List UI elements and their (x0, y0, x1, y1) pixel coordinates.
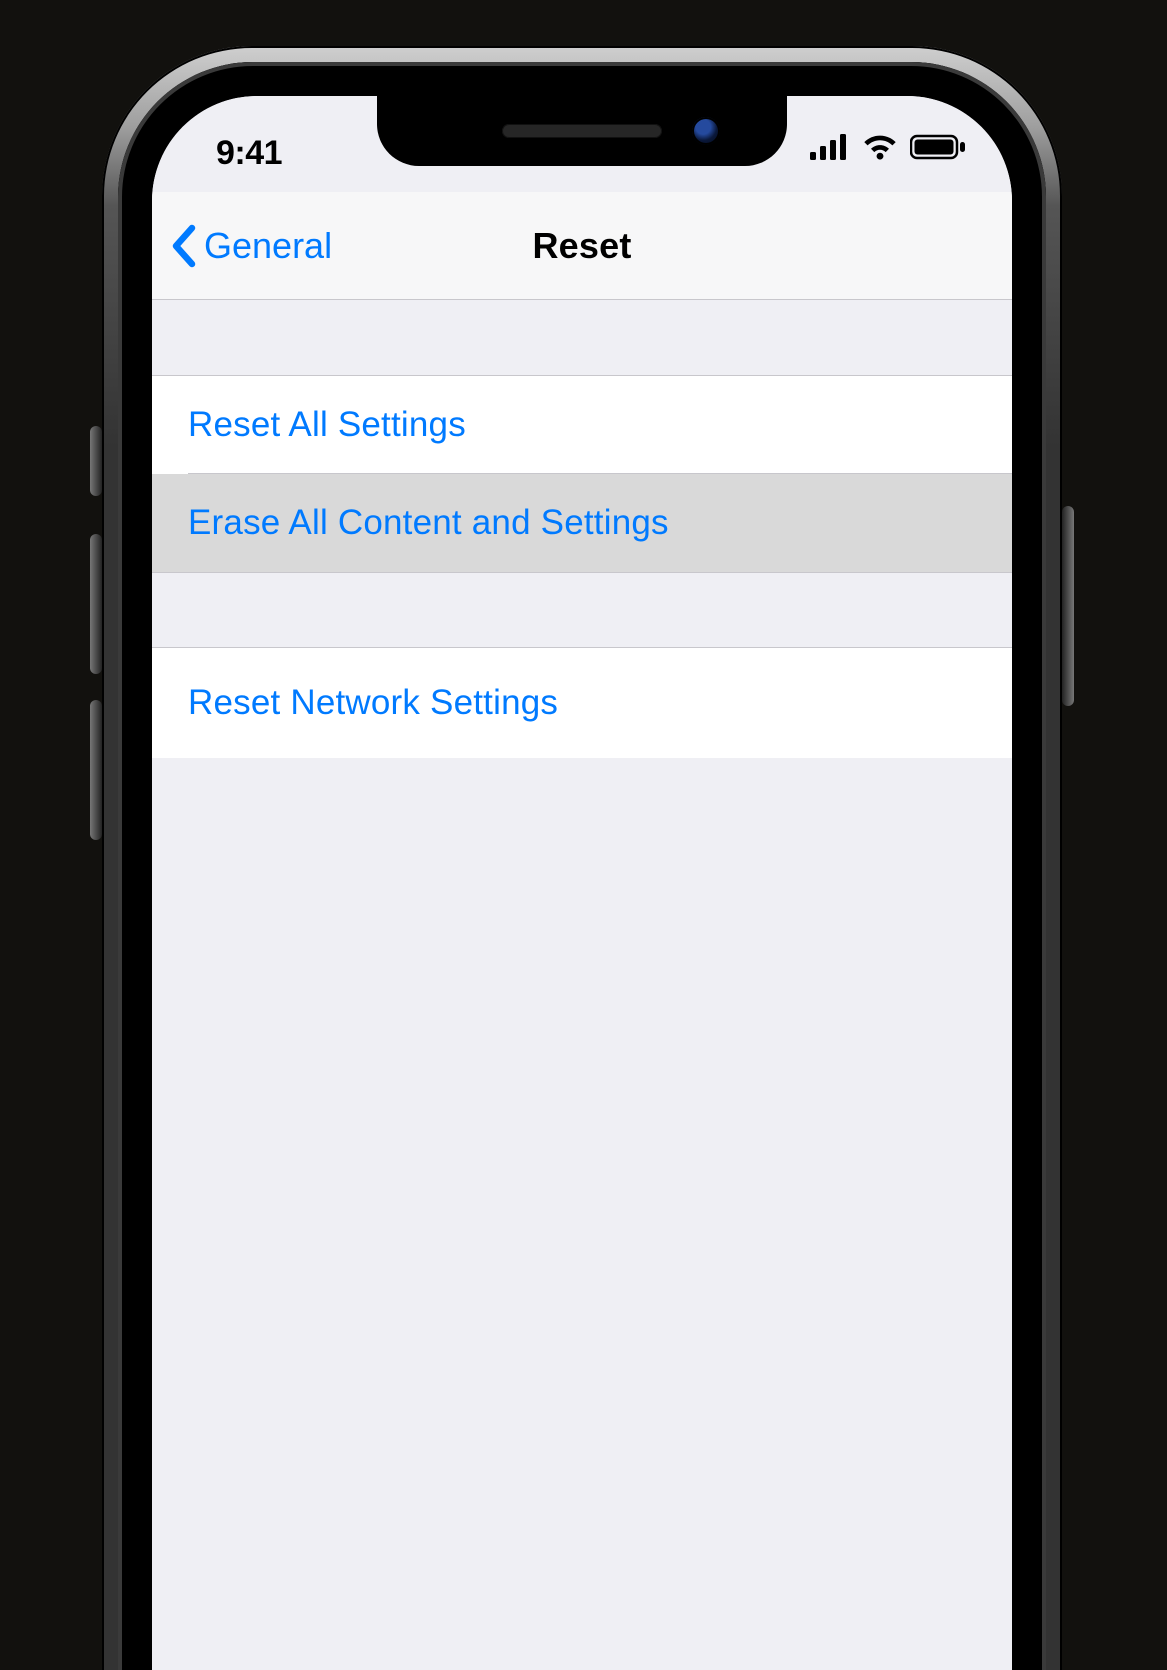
nav-title: Reset (532, 225, 631, 267)
side-button[interactable] (1062, 506, 1074, 706)
group-header-spacer (152, 572, 1012, 648)
erase-all-content-cell[interactable]: Erase All Content and Settings (152, 474, 1012, 572)
phone-bezel: 9:41 (118, 62, 1046, 1670)
mute-switch[interactable] (90, 426, 102, 496)
navigation-bar: General Reset (152, 192, 1012, 300)
screen: 9:41 (152, 96, 1012, 1670)
phone-frame: 9:41 (102, 46, 1062, 1670)
notch (377, 96, 787, 166)
reset-network-settings-cell[interactable]: Reset Network Settings (152, 648, 1012, 758)
chevron-left-icon (170, 224, 200, 268)
status-indicators (810, 134, 966, 160)
volume-down-button[interactable] (90, 700, 102, 840)
reset-all-settings-cell[interactable]: Reset All Settings (152, 376, 1012, 474)
front-camera (692, 117, 720, 145)
cell-label: Reset All Settings (188, 405, 466, 445)
earpiece-speaker (502, 124, 662, 138)
group-header-spacer (152, 300, 1012, 376)
back-button-label: General (204, 225, 332, 267)
cell-label: Erase All Content and Settings (188, 503, 669, 543)
volume-up-button[interactable] (90, 534, 102, 674)
cell-label: Reset Network Settings (188, 683, 558, 723)
cellular-signal-icon (810, 134, 850, 160)
wifi-icon (862, 134, 898, 160)
back-button[interactable]: General (170, 192, 332, 299)
status-time: 9:41 (216, 134, 282, 173)
battery-icon (910, 134, 966, 160)
